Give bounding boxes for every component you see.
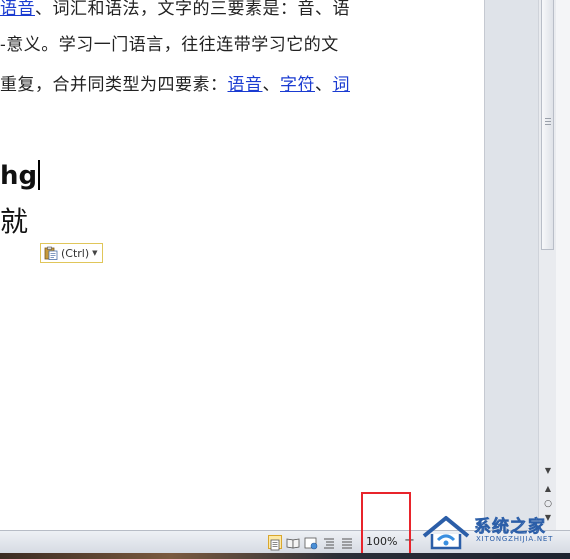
paste-options-button[interactable]: (Ctrl) ▼ <box>40 243 103 263</box>
triangle-down-icon: ▼ <box>544 466 552 475</box>
chinese-line: 就 <box>0 205 29 238</box>
document-text: 重复，合并同类型为四要素： <box>0 75 228 95</box>
print-layout-view-button[interactable] <box>268 535 282 551</box>
typed-text: hg <box>0 161 38 191</box>
link-zifu[interactable]: 字符 <box>280 75 315 95</box>
draft-view-button[interactable] <box>340 535 354 549</box>
full-screen-reading-view-button[interactable] <box>286 535 300 549</box>
zoom-highlight-annotation <box>361 492 411 556</box>
outline-view-button[interactable] <box>322 535 336 549</box>
watermark: 系统之家 XITONGZHIJIA.NET <box>416 508 570 556</box>
chevron-down-icon: ▼ <box>92 249 98 257</box>
house-logo-icon <box>422 516 470 550</box>
thumb-grip <box>545 121 551 122</box>
open-book-icon <box>286 538 300 549</box>
document-text: 、词汇和语法，文字的三要素是：音、语 <box>35 0 350 19</box>
watermark-title: 系统之家 <box>474 517 546 538</box>
document-line-2: -意义。学习一门语言，往往连带学习它的文 <box>0 35 339 55</box>
page-gutter <box>485 0 538 530</box>
draft-lines-icon <box>342 538 352 549</box>
thumb-grip <box>545 124 551 125</box>
typed-line: hg <box>0 160 40 191</box>
separator: 、 <box>262 75 280 95</box>
link-yuyin[interactable]: 语音 <box>228 75 263 95</box>
outline-icon <box>324 538 334 549</box>
window-edge <box>556 0 570 530</box>
scrollbar-thumb[interactable] <box>541 0 554 250</box>
double-up-icon: ▲ <box>544 484 552 493</box>
vertical-scrollbar[interactable]: ▼ ▲ ○ ▼ <box>538 0 557 530</box>
paste-options-label: (Ctrl) <box>61 246 90 260</box>
web-layout-view-button[interactable] <box>304 535 318 550</box>
document-line-3: 重复，合并同类型为四要素：语音、字符、词 <box>0 70 350 95</box>
thumb-grip <box>545 118 551 119</box>
print-layout-icon <box>270 539 280 551</box>
link-yuyin[interactable]: 语音 <box>0 0 35 19</box>
web-page-icon <box>304 537 318 550</box>
link-ci[interactable]: 词 <box>333 75 351 95</box>
document-page[interactable]: 语音、词汇和语法，文字的三要素是：音、语 -意义。学习一门语言，往往连带学习它的… <box>0 0 485 530</box>
previous-page-button[interactable]: ▲ <box>542 483 554 495</box>
separator: 、 <box>315 75 333 95</box>
scroll-down-button[interactable]: ▼ <box>542 465 554 477</box>
clipboard-icon <box>44 246 58 260</box>
watermark-url: XITONGZHIJIA.NET <box>476 535 554 543</box>
text-cursor <box>38 160 40 190</box>
document-line-1: 语音、词汇和语法，文字的三要素是：音、语 <box>0 0 350 19</box>
word-window: 语音、词汇和语法，文字的三要素是：音、语 -意义。学习一门语言，往往连带学习它的… <box>0 0 570 559</box>
